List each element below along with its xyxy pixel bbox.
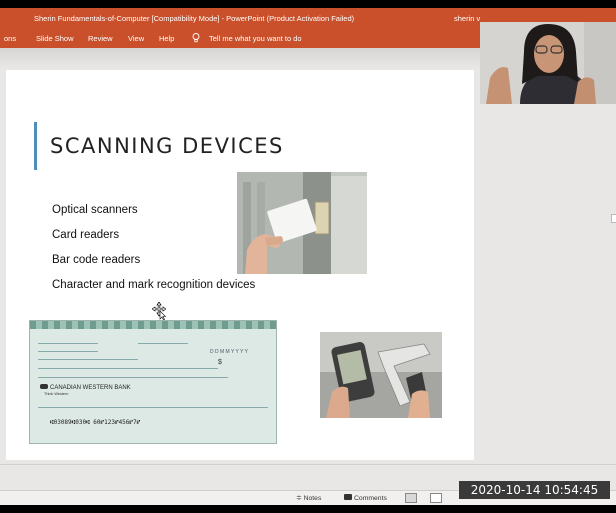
title-accent-bar <box>34 122 37 170</box>
slide-canvas[interactable]: SCANNING DEVICES Optical scanners Card r… <box>6 70 474 460</box>
horizontal-scrollbar[interactable] <box>0 464 616 481</box>
recording-timestamp: 2020-10-14 10:54:45 <box>459 481 610 499</box>
move-cursor-icon <box>152 302 166 320</box>
tab-add-ins[interactable]: ons <box>4 34 16 43</box>
tab-help[interactable]: Help <box>159 34 174 43</box>
barcode-scanner-photo[interactable] <box>320 332 442 418</box>
notes-button[interactable]: ≑ Notes <box>296 494 321 502</box>
tab-view[interactable]: View <box>128 34 144 43</box>
slide-title[interactable]: SCANNING DEVICES <box>50 134 284 158</box>
bullet-item: Optical scanners <box>52 204 138 216</box>
tab-slide-show[interactable]: Slide Show <box>36 34 74 43</box>
bullet-item: Card readers <box>52 229 120 241</box>
bank-tagline: Think Western <box>44 392 69 396</box>
notes-icon: ≑ <box>296 495 304 502</box>
card-reader-photo[interactable] <box>237 172 367 274</box>
right-pane <box>480 104 616 460</box>
micr-line: ⑆03089⑆030⑆ 60⑈123⑈456⑈7⑈ <box>50 419 141 426</box>
bullet-item: Character and mark recognition devices <box>52 279 256 291</box>
cheque-image[interactable]: D D M M Y Y Y Y $ CANADIAN WESTERN BANK … <box>29 320 277 444</box>
comment-icon <box>344 494 352 500</box>
normal-view-button[interactable] <box>405 493 417 503</box>
webcam-overlay <box>480 22 616 104</box>
tab-review[interactable]: Review <box>88 34 113 43</box>
bullet-item: Bar code readers <box>52 254 141 266</box>
window-title: Sherin Fundamentals-of-Computer [Compati… <box>34 14 355 23</box>
user-name[interactable]: sherin v <box>454 14 480 23</box>
comments-button[interactable]: Comments <box>344 494 387 502</box>
powerpoint-window: Sherin Fundamentals-of-Computer [Compati… <box>0 8 616 505</box>
bank-name: CANADIAN WESTERN BANK <box>40 384 131 391</box>
slide-sorter-button[interactable] <box>430 493 442 503</box>
lightbulb-icon[interactable] <box>192 33 200 43</box>
bullet-list[interactable]: Optical scanners Card readers Bar code r… <box>52 204 255 304</box>
pane-handle[interactable] <box>611 214 616 223</box>
tell-me-search[interactable]: Tell me what you want to do <box>209 34 302 43</box>
